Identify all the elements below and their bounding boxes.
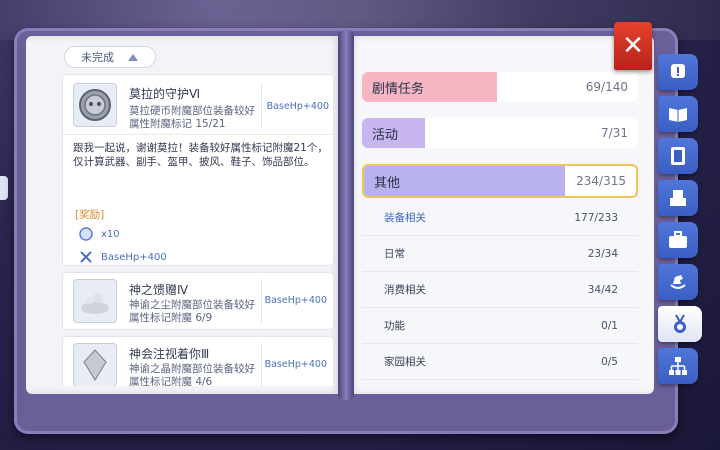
side-handle[interactable] [0, 176, 8, 200]
triangle-up-icon [128, 53, 138, 61]
quest-title: 神之馈赠Ⅳ [129, 283, 189, 297]
coin-icon [73, 83, 117, 127]
tab-throne[interactable] [658, 180, 698, 216]
subcategory-daily[interactable]: 日常 23/34 [362, 236, 638, 272]
quest-desc: 莫拉硬币附魔部位装备较好属性附魔标记 15/21 [129, 105, 255, 130]
crystal-icon [73, 343, 117, 386]
tab-hierarchy[interactable] [658, 348, 698, 384]
subcategory-spending[interactable]: 消费相关 34/42 [362, 272, 638, 308]
close-button[interactable]: ✕ [614, 22, 652, 70]
book-icon [669, 108, 687, 122]
quest-desc: 神谕之晶附魔部位装备较好属性标记附魔 4/6 [129, 363, 255, 386]
category-name: 剧情任务 [372, 81, 425, 97]
quest-title: 神会注视着你Ⅲ [129, 347, 210, 361]
subcategory-home[interactable]: 家园相关 0/5 [362, 344, 638, 380]
quest-bonus: BaseHp+400 [264, 359, 327, 370]
tab-card[interactable] [658, 138, 698, 174]
tab-medal[interactable] [658, 306, 702, 342]
reward-item: x10 [79, 226, 120, 242]
tab-rocking-horse[interactable] [658, 264, 698, 300]
token-icon [79, 227, 93, 241]
rocking-horse-icon [670, 275, 686, 289]
category-story[interactable]: 剧情任务 69/140 [362, 72, 638, 102]
quest-card-expanded[interactable]: 莫拉的守护Ⅵ 莫拉硬币附魔部位装备较好属性附魔标记 15/21 BaseHp+4… [62, 74, 334, 266]
toolbox-icon [669, 231, 687, 248]
tab-exclaim[interactable] [658, 54, 698, 90]
category-other[interactable]: 其他 234/315 [362, 164, 638, 198]
category-count: 234/315 [576, 174, 626, 188]
filter-label: 未完成 [81, 51, 114, 64]
crossed-swords-icon [80, 251, 92, 263]
subcategory-list: 装备相关 177/233 日常 23/34 消费相关 34/42 功能 0/1 家园相关… [362, 200, 638, 380]
category-count: 69/140 [585, 80, 628, 94]
dust-icon [73, 279, 117, 323]
divider [261, 343, 262, 386]
hierarchy-icon [669, 357, 687, 375]
category-count: 7/31 [601, 126, 628, 140]
quest-list[interactable]: 莫拉的守护Ⅵ 莫拉硬币附魔部位装备较好属性附魔标记 15/21 BaseHp+4… [62, 74, 334, 386]
throne-icon [670, 190, 686, 206]
tab-toolbox[interactable] [658, 222, 698, 258]
divider [261, 83, 262, 127]
reward-label: [奖励] [75, 209, 105, 221]
category-name: 活动 [372, 127, 399, 143]
subcategory-equipment[interactable]: 装备相关 177/233 [362, 200, 638, 236]
medal-icon [674, 314, 686, 333]
quest-story: 跟我一起说，谢谢莫拉！装备较好属性标记附魔21个，仅计算武器、副手、盔甲、披风、… [73, 142, 328, 168]
quest-card[interactable]: 神之馈赠Ⅳ 神谕之尘附魔部位装备较好属性标记附魔 6/9 BaseHp+400 [62, 272, 334, 330]
filter-dropdown[interactable]: 未完成 [64, 46, 156, 68]
quest-bonus: BaseHp+400 [264, 295, 327, 306]
reward-item: BaseHp+400 [79, 250, 167, 264]
category-name: 其他 [374, 175, 401, 191]
divider [261, 279, 262, 323]
subcategory-function[interactable]: 功能 0/1 [362, 308, 638, 344]
card-icon [671, 147, 685, 165]
quest-desc: 神谕之尘附魔部位装备较好属性标记附魔 6/9 [129, 299, 255, 324]
quest-card-header[interactable]: 莫拉的守护Ⅵ 莫拉硬币附魔部位装备较好属性附魔标记 15/21 BaseHp+4… [63, 75, 334, 135]
quest-bonus: BaseHp+400 [266, 101, 329, 112]
exclaim-icon [671, 64, 685, 78]
category-event[interactable]: 活动 7/31 [362, 118, 638, 148]
tab-book[interactable] [658, 96, 698, 132]
quest-card[interactable]: 神会注视着你Ⅲ 神谕之晶附魔部位装备较好属性标记附魔 4/6 BaseHp+40… [62, 336, 334, 386]
book-spine [338, 30, 354, 400]
quest-title: 莫拉的守护Ⅵ [129, 87, 201, 101]
